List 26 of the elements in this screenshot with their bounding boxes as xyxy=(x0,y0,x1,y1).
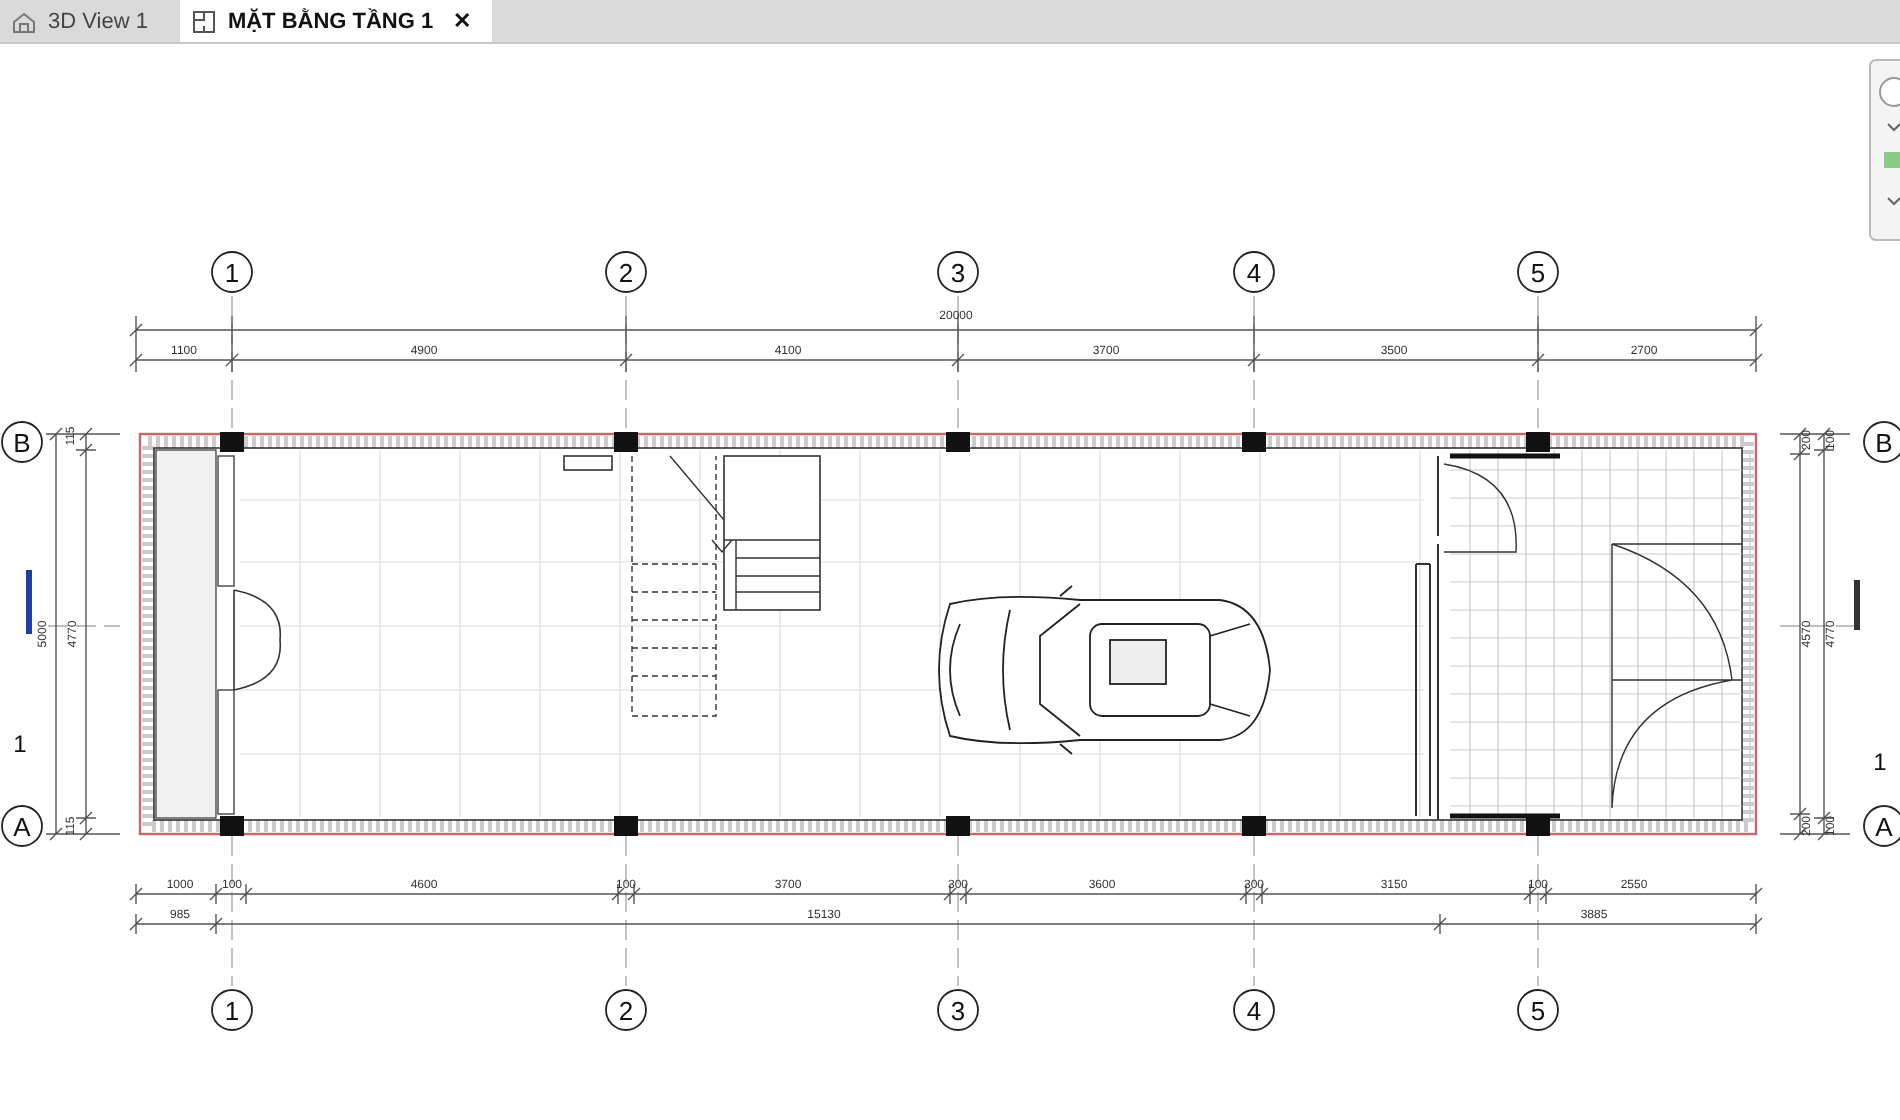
grid-bubble: 4 xyxy=(1233,251,1275,293)
grid-bubble: 3 xyxy=(937,989,979,1031)
view-tab[interactable]: MẶT BẰNG TẦNG 1 ✕ xyxy=(179,0,492,42)
tab-label: 3D View 1 xyxy=(48,9,148,33)
grid-bubble: 1 xyxy=(211,251,253,293)
grid-bubble: 3 xyxy=(937,251,979,293)
section-marker xyxy=(26,570,32,634)
close-button[interactable]: ✕ xyxy=(453,8,472,34)
grid-bubble: A xyxy=(1,805,43,847)
grid-bubble: 2 xyxy=(605,989,647,1031)
section-marker xyxy=(1854,580,1860,630)
navigation-bar[interactable] xyxy=(1869,59,1900,241)
grid-bubble: 1 xyxy=(211,989,253,1031)
house-icon xyxy=(12,9,36,33)
grid-bubble: A xyxy=(1863,805,1900,847)
grid-bubble: 5 xyxy=(1517,989,1559,1031)
view-tab[interactable]: 3D View 1 xyxy=(0,0,168,42)
grid-bubble: 4 xyxy=(1233,989,1275,1031)
tab-label: MẶT BẰNG TẦNG 1 xyxy=(227,9,434,33)
grid-bubble: B xyxy=(1,421,43,463)
grid-bubble: 5 xyxy=(1517,251,1559,293)
level-label: 1 xyxy=(13,730,27,758)
level-label: 1 xyxy=(1873,748,1887,776)
grid-bubble: 2 xyxy=(605,251,647,293)
floor-plan-icon xyxy=(191,9,216,33)
grid-bubble: B xyxy=(1863,421,1900,463)
